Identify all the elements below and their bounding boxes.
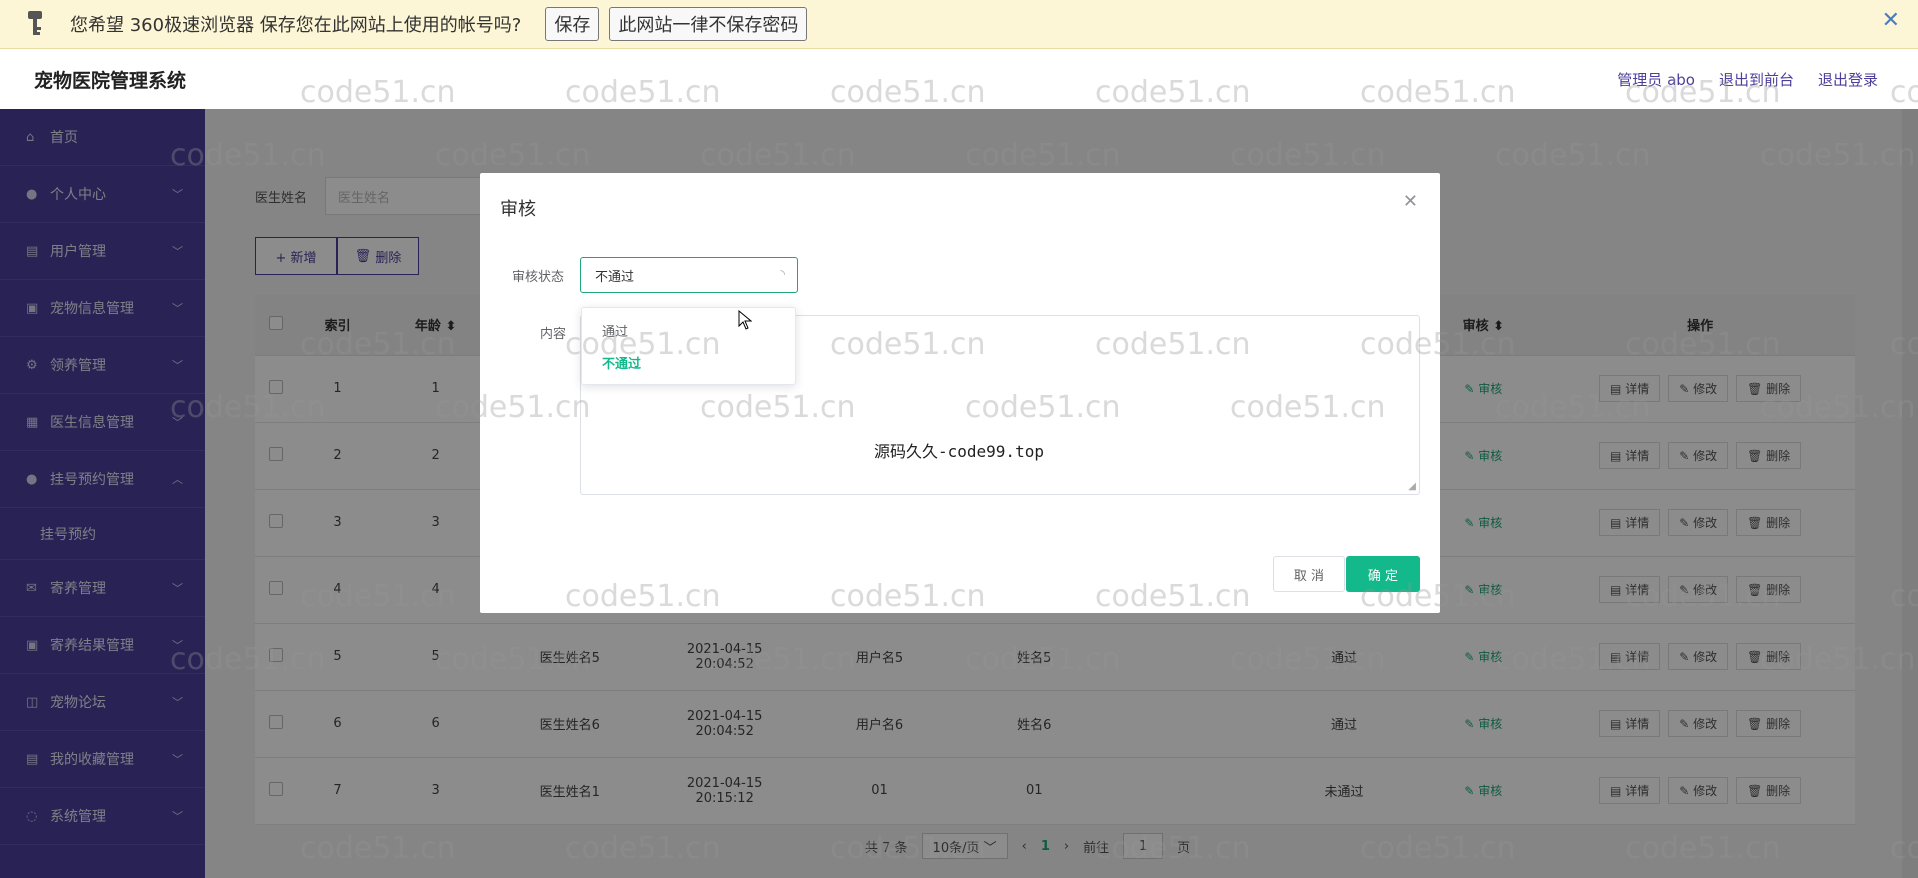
option-pass[interactable]: 通过 [582, 314, 795, 346]
status-dropdown: 通过 不通过 [581, 307, 796, 385]
password-bar-message: 您希望 360极速浏览器 保存您在此网站上使用的帐号吗? [70, 15, 522, 36]
dialog-title: 审核 [500, 199, 536, 220]
content-label: 内容 [540, 327, 567, 342]
close-icon[interactable]: ✕ [1882, 8, 1900, 33]
mouse-cursor-icon [738, 310, 752, 330]
option-fail[interactable]: 不通过 [582, 346, 795, 378]
resize-grip-icon[interactable]: ◢ [1408, 481, 1416, 492]
status-label: 审核状态 [512, 270, 565, 285]
cancel-button[interactable]: 取 消 [1273, 556, 1345, 592]
save-password-button[interactable]: 保存 [545, 7, 600, 41]
overlay-text: 源码久久-code99.top [874, 442, 1044, 461]
logout-link[interactable]: 退出登录 [1818, 69, 1878, 90]
password-save-bar: 您希望 360极速浏览器 保存您在此网站上使用的帐号吗? 保存 此网站一律不保存… [0, 0, 1918, 49]
admin-name: 管理员 abo [1617, 70, 1695, 89]
never-save-button[interactable]: 此网站一律不保存密码 [609, 7, 808, 41]
to-front-link[interactable]: 退出到前台 [1719, 69, 1794, 90]
header-links: 管理员 abo 退出到前台 退出登录 [1617, 49, 1878, 109]
status-select-value: 不通过 [595, 269, 635, 285]
app-header: 宠物医院管理系统 管理员 abo 退出到前台 退出登录 [0, 49, 1918, 109]
key-icon [0, 0, 70, 49]
audit-dialog: 审核 ✕ 审核状态 不通过 ◝ 内容 ◢ 取 消 确 定 [480, 173, 1440, 613]
select-caret-icon: ◝ [780, 267, 785, 281]
close-icon[interactable]: ✕ [1403, 191, 1418, 212]
app-title: 宠物医院管理系统 [34, 69, 187, 92]
status-select[interactable]: 不通过 ◝ [580, 257, 798, 293]
confirm-button[interactable]: 确 定 [1346, 556, 1420, 592]
